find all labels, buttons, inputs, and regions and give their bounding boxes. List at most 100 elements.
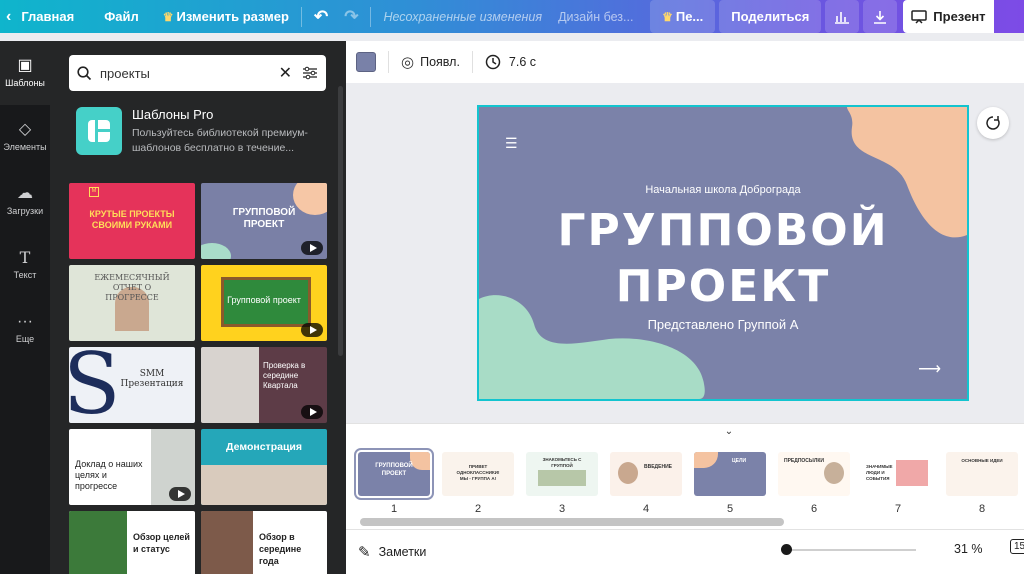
rail-item-uploads[interactable]: ☁ Загрузки [0, 169, 50, 233]
panel-scrollbar[interactable] [338, 86, 343, 356]
template-title: Обзор целей и статус [133, 532, 190, 554]
slide-subtitle[interactable]: Представлено Группой А [479, 317, 967, 332]
page-thumb-photo [824, 462, 844, 484]
template-card[interactable]: Демонстрация [201, 429, 327, 505]
page-thumb[interactable]: ЗНАЧИМЫЕ ЛЮДИ И СОБЫТИЯ [862, 452, 934, 496]
rail-item-elements[interactable]: ◇ Элементы [0, 105, 50, 169]
page-thumb[interactable]: ОСНОВНЫЕ ИДЕИ [946, 452, 1018, 496]
page-thumb[interactable]: ЗНАКОМЬТЕСЬ С ГРУППОЙ [526, 452, 598, 496]
page-thumb-photo [618, 462, 638, 484]
filmstrip-scrollbar[interactable] [360, 518, 784, 526]
home-label: Главная [21, 9, 75, 24]
home-button[interactable]: ‹ Главная [0, 0, 82, 33]
divider [370, 6, 372, 27]
template-shape [201, 243, 231, 259]
crown-icon: ♛ [662, 9, 673, 24]
redo-icon[interactable]: ↷ [336, 0, 366, 33]
present-label: Презент [933, 9, 986, 24]
resize-label: Изменить размер [176, 9, 289, 24]
share-button[interactable]: Поделиться [719, 0, 822, 33]
template-card[interactable]: Проверка в середине Квартала [201, 347, 327, 423]
arrow-right-icon: ⟶ [918, 361, 941, 378]
hamburger-icon: ☰ [505, 135, 518, 151]
template-title: ГРУППОВОЙ ПРОЕКТ [232, 207, 296, 230]
page-thumb-shape [694, 452, 718, 468]
clock-icon [485, 54, 501, 70]
top-bar: ‹ Главная Файл ♛ Изменить размер ↶ ↷ Нес… [0, 0, 1024, 33]
unsaved-status: Несохраненные изменения [383, 9, 543, 24]
rail-item-more[interactable]: ··· Еще [0, 297, 50, 361]
template-card[interactable]: M КРУТЫЕ ПРОЕКТЫ СВОИМИ РУКАМИ [69, 183, 195, 259]
elements-icon: ◇ [18, 121, 32, 138]
zoom-slider-handle[interactable] [781, 544, 792, 555]
page-thumb[interactable]: ПРЕДПОСЫЛКИ [778, 452, 850, 496]
template-card[interactable]: Обзор целей и статус [69, 511, 195, 574]
template-card[interactable]: Доклад о наших целях и прогрессе [69, 429, 195, 505]
more-dots-icon: ··· [17, 313, 33, 330]
page-number: 3 [558, 503, 566, 515]
page-number: 5 [726, 503, 734, 515]
notes-icon: ✎ [358, 544, 371, 561]
divider [300, 6, 302, 27]
template-title: Обзор в середине года [259, 532, 302, 566]
video-badge-icon [169, 487, 191, 501]
filter-icon[interactable] [302, 66, 318, 80]
refresh-comment-button[interactable] [977, 107, 1009, 139]
left-rail: ▣ Шаблоны ◇ Элементы ☁ Загрузки T Текст … [0, 41, 50, 574]
text-icon: T [19, 248, 31, 267]
slide-canvas[interactable]: ☰ Начальная школа Доброграда Групповой П… [477, 105, 969, 401]
search-input[interactable] [100, 65, 279, 81]
templates-panel: ✕ Шаблоны Pro Пользуйтесь библиотекой пр… [50, 41, 346, 574]
rail-item-templates[interactable]: ▣ Шаблоны [0, 41, 50, 105]
slide-title[interactable]: Групповой Проект [479, 203, 967, 315]
page-thumb[interactable]: ПРИВЕТ ОДНОКЛАССНИКИ! МЫ - ГРУППА А! [442, 452, 514, 496]
page-number: 1 [390, 503, 398, 515]
rail-label: Еще [15, 334, 35, 344]
template-title: Проверка в середине Квартала [263, 361, 306, 390]
page-thumb[interactable]: ВВЕДЕНИЕ [610, 452, 682, 496]
page-thumb[interactable]: ГРУППОВОЙ ПРОЕКТ [354, 448, 434, 500]
upload-cloud-icon: ☁ [17, 185, 33, 202]
video-badge-icon [301, 241, 323, 255]
design-title[interactable]: Дизайн без... [550, 0, 642, 33]
canvas-area: ☰ Начальная школа Доброграда Групповой П… [346, 83, 1024, 423]
template-card[interactable]: ГРУППОВОЙ ПРОЕКТ [201, 183, 327, 259]
present-button[interactable]: Презент [903, 0, 994, 33]
pro-templates-promo[interactable]: Шаблоны Pro Пользуйтесь библиотекой прем… [76, 107, 326, 163]
clear-icon[interactable]: ✕ [279, 63, 292, 83]
resize-button[interactable]: ♛ Изменить размер [155, 0, 297, 33]
template-title: Групповой проект [227, 295, 301, 305]
search-box: ✕ [69, 55, 326, 91]
template-card[interactable]: Обзор в середине года [201, 511, 327, 574]
zoom-slider[interactable] [786, 549, 916, 551]
page-thumb-photos [538, 470, 586, 486]
page-thumb-title: ПРЕДПОСЫЛКИ [784, 458, 824, 464]
duration-button[interactable]: 7.6 с [509, 55, 536, 69]
undo-icon[interactable]: ↶ [306, 0, 336, 33]
page-count-badge[interactable]: 15 [1010, 539, 1024, 554]
file-menu[interactable]: Файл [96, 0, 147, 33]
template-card[interactable]: ЕЖЕМЕСЯЧНЫЙ ОТЧЕТ О ПРОГРЕССЕ [69, 265, 195, 341]
page-thumb-title: ПРИВЕТ ОДНОКЛАССНИКИ! МЫ - ГРУППА А! [456, 464, 500, 481]
templates-icon: ▣ [17, 57, 33, 74]
chevron-down-icon[interactable]: ⌄ [709, 426, 749, 440]
present-icon [911, 9, 928, 24]
rail-label: Шаблоны [5, 78, 45, 88]
page-thumb[interactable]: ЦЕЛИ [694, 452, 766, 496]
animate-icon: ◎ [401, 54, 415, 71]
rail-item-text[interactable]: T Текст [0, 233, 50, 297]
slide-school-name[interactable]: Начальная школа Доброграда [479, 184, 967, 196]
template-photo [201, 511, 253, 574]
video-badge-icon [301, 405, 323, 419]
page-thumb-title: ОСНОВНЫЕ ИДЕИ [961, 458, 1003, 463]
pro-button[interactable]: ♛ Пе... [650, 0, 716, 33]
template-card[interactable]: S SMM Презентация [69, 347, 195, 423]
notes-button[interactable]: Заметки [379, 545, 427, 559]
animate-button[interactable]: Появл. [420, 55, 460, 69]
zoom-level[interactable]: 31 % [954, 542, 983, 556]
pro-logo-icon [76, 107, 122, 155]
analytics-icon[interactable] [825, 0, 860, 33]
template-card[interactable]: Групповой проект [201, 265, 327, 341]
background-color-swatch[interactable] [356, 52, 376, 72]
download-icon[interactable] [863, 0, 898, 33]
